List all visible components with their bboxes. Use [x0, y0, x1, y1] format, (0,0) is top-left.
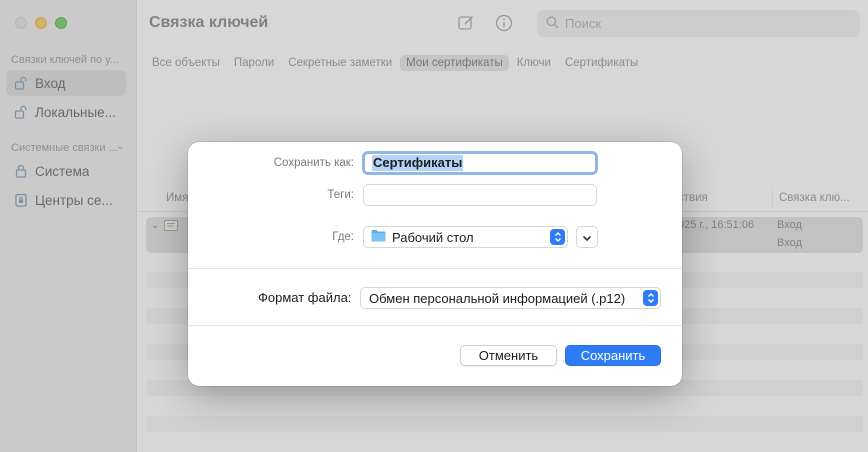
where-select[interactable]: Рабочий стол	[363, 226, 568, 248]
cancel-button[interactable]: Отменить	[460, 345, 557, 366]
divider	[188, 325, 682, 326]
select-stepper-icon	[550, 229, 565, 245]
save-as-value: Сертификаты	[372, 155, 464, 171]
file-format-value: Обмен персональной информацией (.p12)	[369, 290, 626, 306]
save-button[interactable]: Сохранить	[565, 345, 661, 366]
select-stepper-icon	[643, 290, 658, 306]
save-dialog: Сохранить как: Сертификаты Теги: Где: Ра…	[188, 142, 682, 386]
file-format-select[interactable]: Обмен персональной информацией (.p12)	[360, 287, 661, 309]
tags-input[interactable]	[363, 184, 597, 206]
folder-icon	[371, 229, 386, 245]
save-as-label: Сохранить как:	[273, 157, 354, 169]
expand-dialog-button[interactable]	[576, 226, 598, 248]
where-value: Рабочий стол	[392, 229, 474, 245]
file-format-label: Формат файла:	[258, 290, 352, 305]
where-label: Где:	[332, 231, 354, 243]
save-as-input[interactable]: Сертификаты	[362, 151, 598, 175]
divider	[188, 268, 682, 269]
chevron-down-icon	[582, 230, 592, 245]
tags-label: Теги:	[327, 189, 354, 201]
